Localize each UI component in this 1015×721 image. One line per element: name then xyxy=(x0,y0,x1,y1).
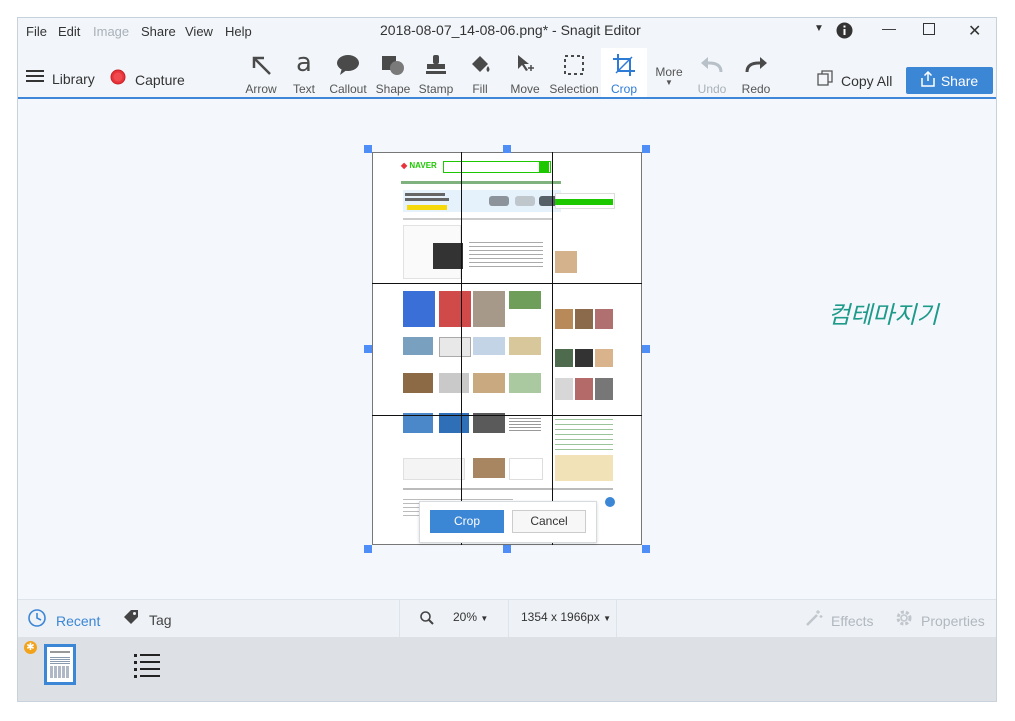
ad-banner xyxy=(403,190,561,212)
dimensions-value: 1354 x 1966px xyxy=(521,610,600,624)
crop-handle-top-right[interactable] xyxy=(642,145,650,153)
zoom-select[interactable]: 20% ▼ xyxy=(453,610,488,624)
capture-label: Capture xyxy=(135,71,185,88)
share-icon xyxy=(921,70,935,90)
login-button xyxy=(555,199,613,205)
naver-nav-strip xyxy=(401,181,561,184)
selection-icon xyxy=(546,52,602,78)
crop-handle-top[interactable] xyxy=(503,145,511,153)
crop-handle-left[interactable] xyxy=(364,345,372,353)
list-view-icon[interactable] xyxy=(134,653,162,684)
menu-view[interactable]: View xyxy=(185,24,213,39)
copy-icon xyxy=(817,70,833,91)
zoom-value: 20% xyxy=(453,610,478,624)
menu-share[interactable]: Share xyxy=(141,24,176,39)
tool-selection[interactable]: Selection xyxy=(546,48,602,98)
menu-image[interactable]: Image xyxy=(93,24,129,39)
editor-canvas[interactable]: ◆ NAVER Crop Cancel 컴테마지기 xyxy=(18,99,996,599)
library-label: Library xyxy=(52,70,95,87)
crop-handle-right[interactable] xyxy=(642,345,650,353)
info-icon[interactable] xyxy=(836,22,853,42)
tool-move[interactable]: Move xyxy=(497,48,553,98)
recent-button[interactable]: Recent xyxy=(28,609,100,632)
tool-crop[interactable]: Crop xyxy=(601,48,647,98)
properties-button[interactable]: Properties xyxy=(895,609,985,632)
tray-thumbnail[interactable] xyxy=(44,644,76,685)
zoom-icon[interactable] xyxy=(420,611,434,630)
menu-edit[interactable]: Edit xyxy=(58,24,80,39)
crop-confirm-popup: Crop Cancel xyxy=(419,501,597,543)
redo-icon xyxy=(728,52,784,78)
crop-gridline xyxy=(552,152,553,545)
crop-gridline xyxy=(461,152,462,545)
dimensions-select[interactable]: 1354 x 1966px ▼ xyxy=(521,610,611,624)
watermark-text: 컴테마지기 xyxy=(828,301,939,329)
copy-all-label: Copy All xyxy=(841,72,893,89)
menu-bar: File Edit Image Share View Help 2018-08-… xyxy=(18,18,996,48)
crop-handle-bottom-left[interactable] xyxy=(364,545,372,553)
library-button[interactable]: Library xyxy=(26,69,95,88)
more-label: More xyxy=(655,65,683,79)
recent-label: Recent xyxy=(56,612,101,629)
share-label: Share xyxy=(940,72,979,89)
naver-logo-text: NAVER xyxy=(409,161,437,170)
move-icon xyxy=(497,52,553,78)
gear-icon xyxy=(895,609,913,632)
capture-button[interactable]: Capture xyxy=(110,69,185,90)
crop-gridline xyxy=(372,415,642,416)
redo-button[interactable]: Redo xyxy=(728,48,784,98)
hamburger-icon xyxy=(26,69,44,88)
crop-button[interactable]: Crop xyxy=(430,510,504,533)
tag-icon xyxy=(123,609,139,630)
record-icon xyxy=(110,69,126,90)
more-button[interactable]: More ▼ xyxy=(652,65,686,87)
tool-move-label: Move xyxy=(510,82,540,96)
dimensions-chevron-icon: ▼ xyxy=(603,614,611,623)
effects-button[interactable]: Effects xyxy=(805,609,874,632)
crop-handle-top-left[interactable] xyxy=(364,145,372,153)
zoom-chevron-icon: ▼ xyxy=(480,614,489,623)
captured-image: ◆ NAVER xyxy=(372,152,642,545)
minimize-icon[interactable]: — xyxy=(882,20,896,36)
crop-handle-bottom[interactable] xyxy=(503,545,511,553)
close-icon[interactable]: ✕ xyxy=(968,21,981,41)
menu-file[interactable]: File xyxy=(26,24,47,39)
tool-crop-label: Crop xyxy=(610,82,637,96)
window-title: 2018-08-07_14-08-06.png* - Snagit Editor xyxy=(380,22,641,38)
maximize-icon[interactable] xyxy=(923,22,935,38)
naver-search-icon xyxy=(539,161,549,173)
toolbar: Library Capture Arrow a Text Callout Sha… xyxy=(18,48,996,98)
magic-wand-icon xyxy=(805,609,823,632)
share-button[interactable]: Share xyxy=(906,67,993,94)
tag-label: Tag xyxy=(149,611,172,628)
naver-search-box xyxy=(443,161,551,173)
clock-icon xyxy=(28,609,46,632)
status-bar: Recent Tag 20% ▼ 1354 x 1966px ▼ Effects xyxy=(18,599,996,637)
unsaved-badge-icon: ✱ xyxy=(24,641,37,654)
cancel-button[interactable]: Cancel xyxy=(512,510,586,533)
redo-label: Redo xyxy=(741,82,771,96)
effects-label: Effects xyxy=(831,612,874,629)
tag-button[interactable]: Tag xyxy=(123,609,172,630)
more-chevron-icon: ▼ xyxy=(665,78,673,87)
tool-selection-label: Selection xyxy=(549,82,599,96)
crop-gridline xyxy=(372,283,642,284)
snagit-editor-window: File Edit Image Share View Help 2018-08-… xyxy=(17,17,997,702)
properties-label: Properties xyxy=(921,612,985,629)
naver-logo: ◆ NAVER xyxy=(401,161,437,170)
menu-help[interactable]: Help xyxy=(225,24,252,39)
crop-icon xyxy=(601,52,647,78)
recent-tray: ✱ xyxy=(18,637,996,701)
copy-all-button[interactable]: Copy All xyxy=(817,70,892,91)
crop-handle-bottom-right[interactable] xyxy=(642,545,650,553)
dropdown-arrow-icon[interactable]: ▼ xyxy=(814,23,824,34)
